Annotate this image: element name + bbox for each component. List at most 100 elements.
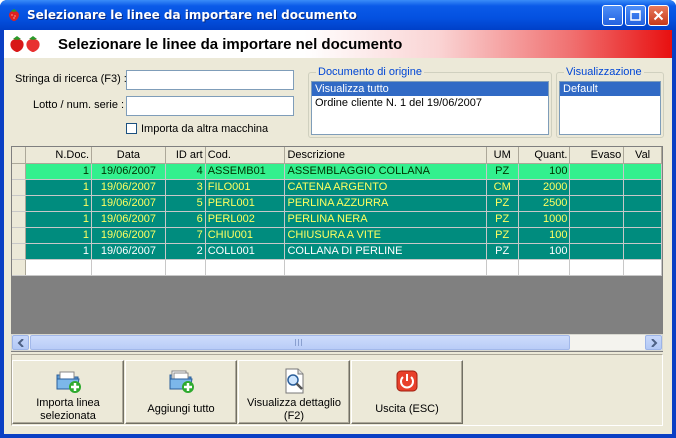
column-header[interactable]: ID art [165,147,206,164]
cell: 100 [518,163,571,180]
folder-add-all-icon [169,370,194,393]
maximize-button[interactable] [625,5,646,26]
cell [284,259,487,276]
column-header[interactable]: UM [486,147,519,164]
column-header[interactable]: N.Doc. [25,147,93,164]
header-band: Selezionare le linee da importare nel do… [4,30,672,58]
column-header[interactable]: Cod. [205,147,286,164]
grid-header: N.Doc. Data ID art Cod. Descrizione UM Q… [12,147,662,164]
table-row[interactable]: 1 19/06/2007 3 FILO001 CATENA ARGENTO CM… [12,179,662,196]
cell [25,259,93,276]
cell: COLLANA DI PERLINE [284,243,487,260]
cell [569,211,625,228]
import-other-machine-checkbox[interactable] [126,123,137,134]
column-header[interactable]: Data [91,147,166,164]
table-row[interactable]: 1 19/06/2007 7 CHIU001 CHIUSURA A VITE P… [12,227,662,244]
cell: 19/06/2007 [91,243,166,260]
grid-corner [12,147,27,164]
row-indicator[interactable] [12,179,27,196]
cell: ASSEMB01 [205,163,286,180]
cell: 1000 [518,211,571,228]
dialog-body: Selezionare le linee da importare nel do… [4,30,672,434]
button-label: Importa linea selezionata [36,397,100,422]
cell [91,259,166,276]
cell [205,259,286,276]
arrow-right-icon [650,338,657,347]
cell: CATENA ARGENTO [284,179,487,196]
cell: 100 [518,227,571,244]
row-indicator[interactable] [12,163,27,180]
column-header[interactable]: Descrizione [284,147,487,164]
view-list[interactable]: Default [559,81,661,135]
add-all-button[interactable]: Aggiungi tutto [125,360,237,424]
table-row[interactable]: 1 19/06/2007 5 PERL001 PERLINA AZZURRA P… [12,195,662,212]
scroll-left-button[interactable] [12,335,29,350]
cell: 2 [165,243,206,260]
arrow-left-icon [17,338,24,347]
cell [623,243,662,260]
cell [569,243,625,260]
import-selected-line-button[interactable]: Importa linea selezionata [12,360,124,424]
table-row[interactable]: 1 19/06/2007 2 COLL001 COLLANA DI PERLIN… [12,243,662,260]
table-row-new[interactable] [12,259,662,276]
column-header[interactable]: Evaso [569,147,625,164]
cell: COLL001 [205,243,286,260]
cell: FILO001 [205,179,286,196]
cell: PERLINA AZZURRA [284,195,487,212]
cell: PZ [486,195,519,212]
cell [486,259,519,276]
column-header[interactable]: Val [623,147,662,164]
lot-input[interactable] [126,96,294,116]
cell [623,179,662,196]
magnifier-document-icon [285,368,304,394]
cell: PZ [486,243,519,260]
cell: 4 [165,163,206,180]
list-item[interactable]: Visualizza tutto [312,82,548,96]
cell: 1 [25,179,93,196]
search-input[interactable] [126,70,294,90]
scroll-right-button[interactable] [645,335,662,350]
cell: 19/06/2007 [91,195,166,212]
column-header[interactable]: Quant. [518,147,571,164]
close-button[interactable] [648,5,669,26]
row-indicator[interactable] [12,259,27,276]
maximize-icon [630,10,641,21]
exit-button[interactable]: Uscita (ESC) [351,360,463,424]
page-title: Selezionare le linee da importare nel do… [58,36,403,53]
table-row[interactable]: 1 19/06/2007 4 ASSEMB01 ASSEMBLAGGIO COL… [12,163,662,180]
cell: CM [486,179,519,196]
cell: 7 [165,227,206,244]
cell: 19/06/2007 [91,227,166,244]
cell: 100 [518,243,571,260]
origin-document-list[interactable]: Visualizza tutto Ordine cliente N. 1 del… [311,81,549,135]
lines-grid[interactable]: N.Doc. Data ID art Cod. Descrizione UM Q… [11,146,663,352]
row-indicator[interactable] [12,195,27,212]
cell: PERLINA NERA [284,211,487,228]
window-title: Selezionare le linee da importare nel do… [27,8,357,22]
scroll-thumb[interactable] [30,335,570,350]
power-icon [396,370,418,392]
button-label: Uscita (ESC) [375,403,439,415]
close-icon [653,10,664,21]
cell [569,259,625,276]
cell: 19/06/2007 [91,211,166,228]
cell: PZ [486,227,519,244]
title-bar[interactable]: Selezionare le linee da importare nel do… [0,0,676,30]
list-item[interactable]: Ordine cliente N. 1 del 19/06/2007 [312,96,548,110]
cell: 1 [25,163,93,180]
view-detail-button[interactable]: Visualizza dettaglio (F2) [238,360,350,424]
table-row[interactable]: 1 19/06/2007 6 PERL002 PERLINA NERA PZ 1… [12,211,662,228]
cell [623,227,662,244]
cell: 3 [165,179,206,196]
horizontal-scrollbar[interactable] [11,334,663,351]
import-other-machine-label: Importa da altra macchina [141,123,269,135]
cell [623,259,662,276]
cell: 1 [25,195,93,212]
row-indicator[interactable] [12,227,27,244]
list-item[interactable]: Default [560,82,660,96]
cell: 5 [165,195,206,212]
row-indicator[interactable] [12,211,27,228]
minimize-button[interactable] [602,5,623,26]
row-indicator[interactable] [12,243,27,260]
cell [623,195,662,212]
